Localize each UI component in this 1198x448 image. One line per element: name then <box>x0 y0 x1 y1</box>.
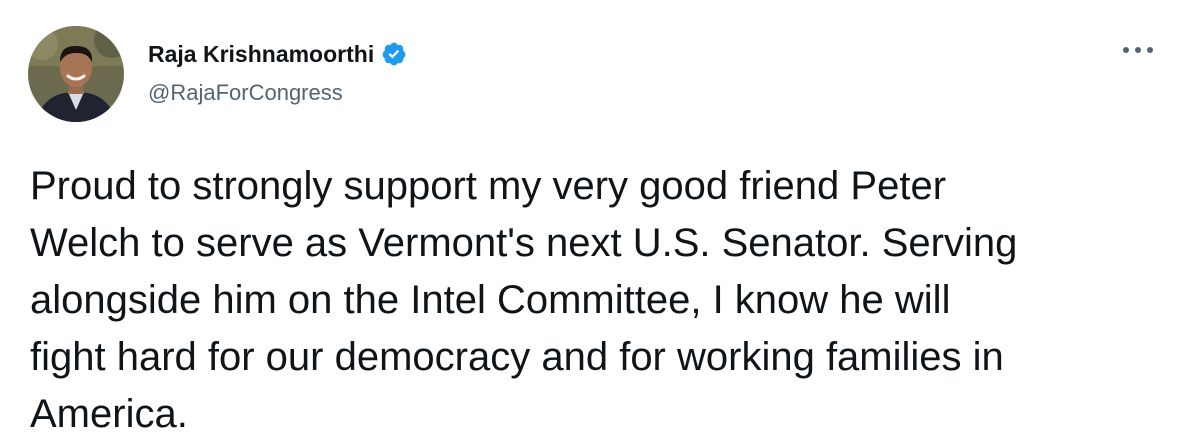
author-display-name[interactable]: Raja Krishnamoorthi <box>148 41 374 68</box>
tweet-card: Raja Krishnamoorthi @RajaForCongress Pro… <box>0 0 1198 448</box>
author-name-row: Raja Krishnamoorthi <box>148 40 408 68</box>
avatar[interactable] <box>28 26 124 122</box>
verified-badge-icon <box>380 40 408 68</box>
more-options-icon[interactable] <box>1118 38 1158 62</box>
tweet-text: Proud to strongly support my very good f… <box>30 164 1018 436</box>
author-handle[interactable]: @RajaForCongress <box>148 80 343 106</box>
